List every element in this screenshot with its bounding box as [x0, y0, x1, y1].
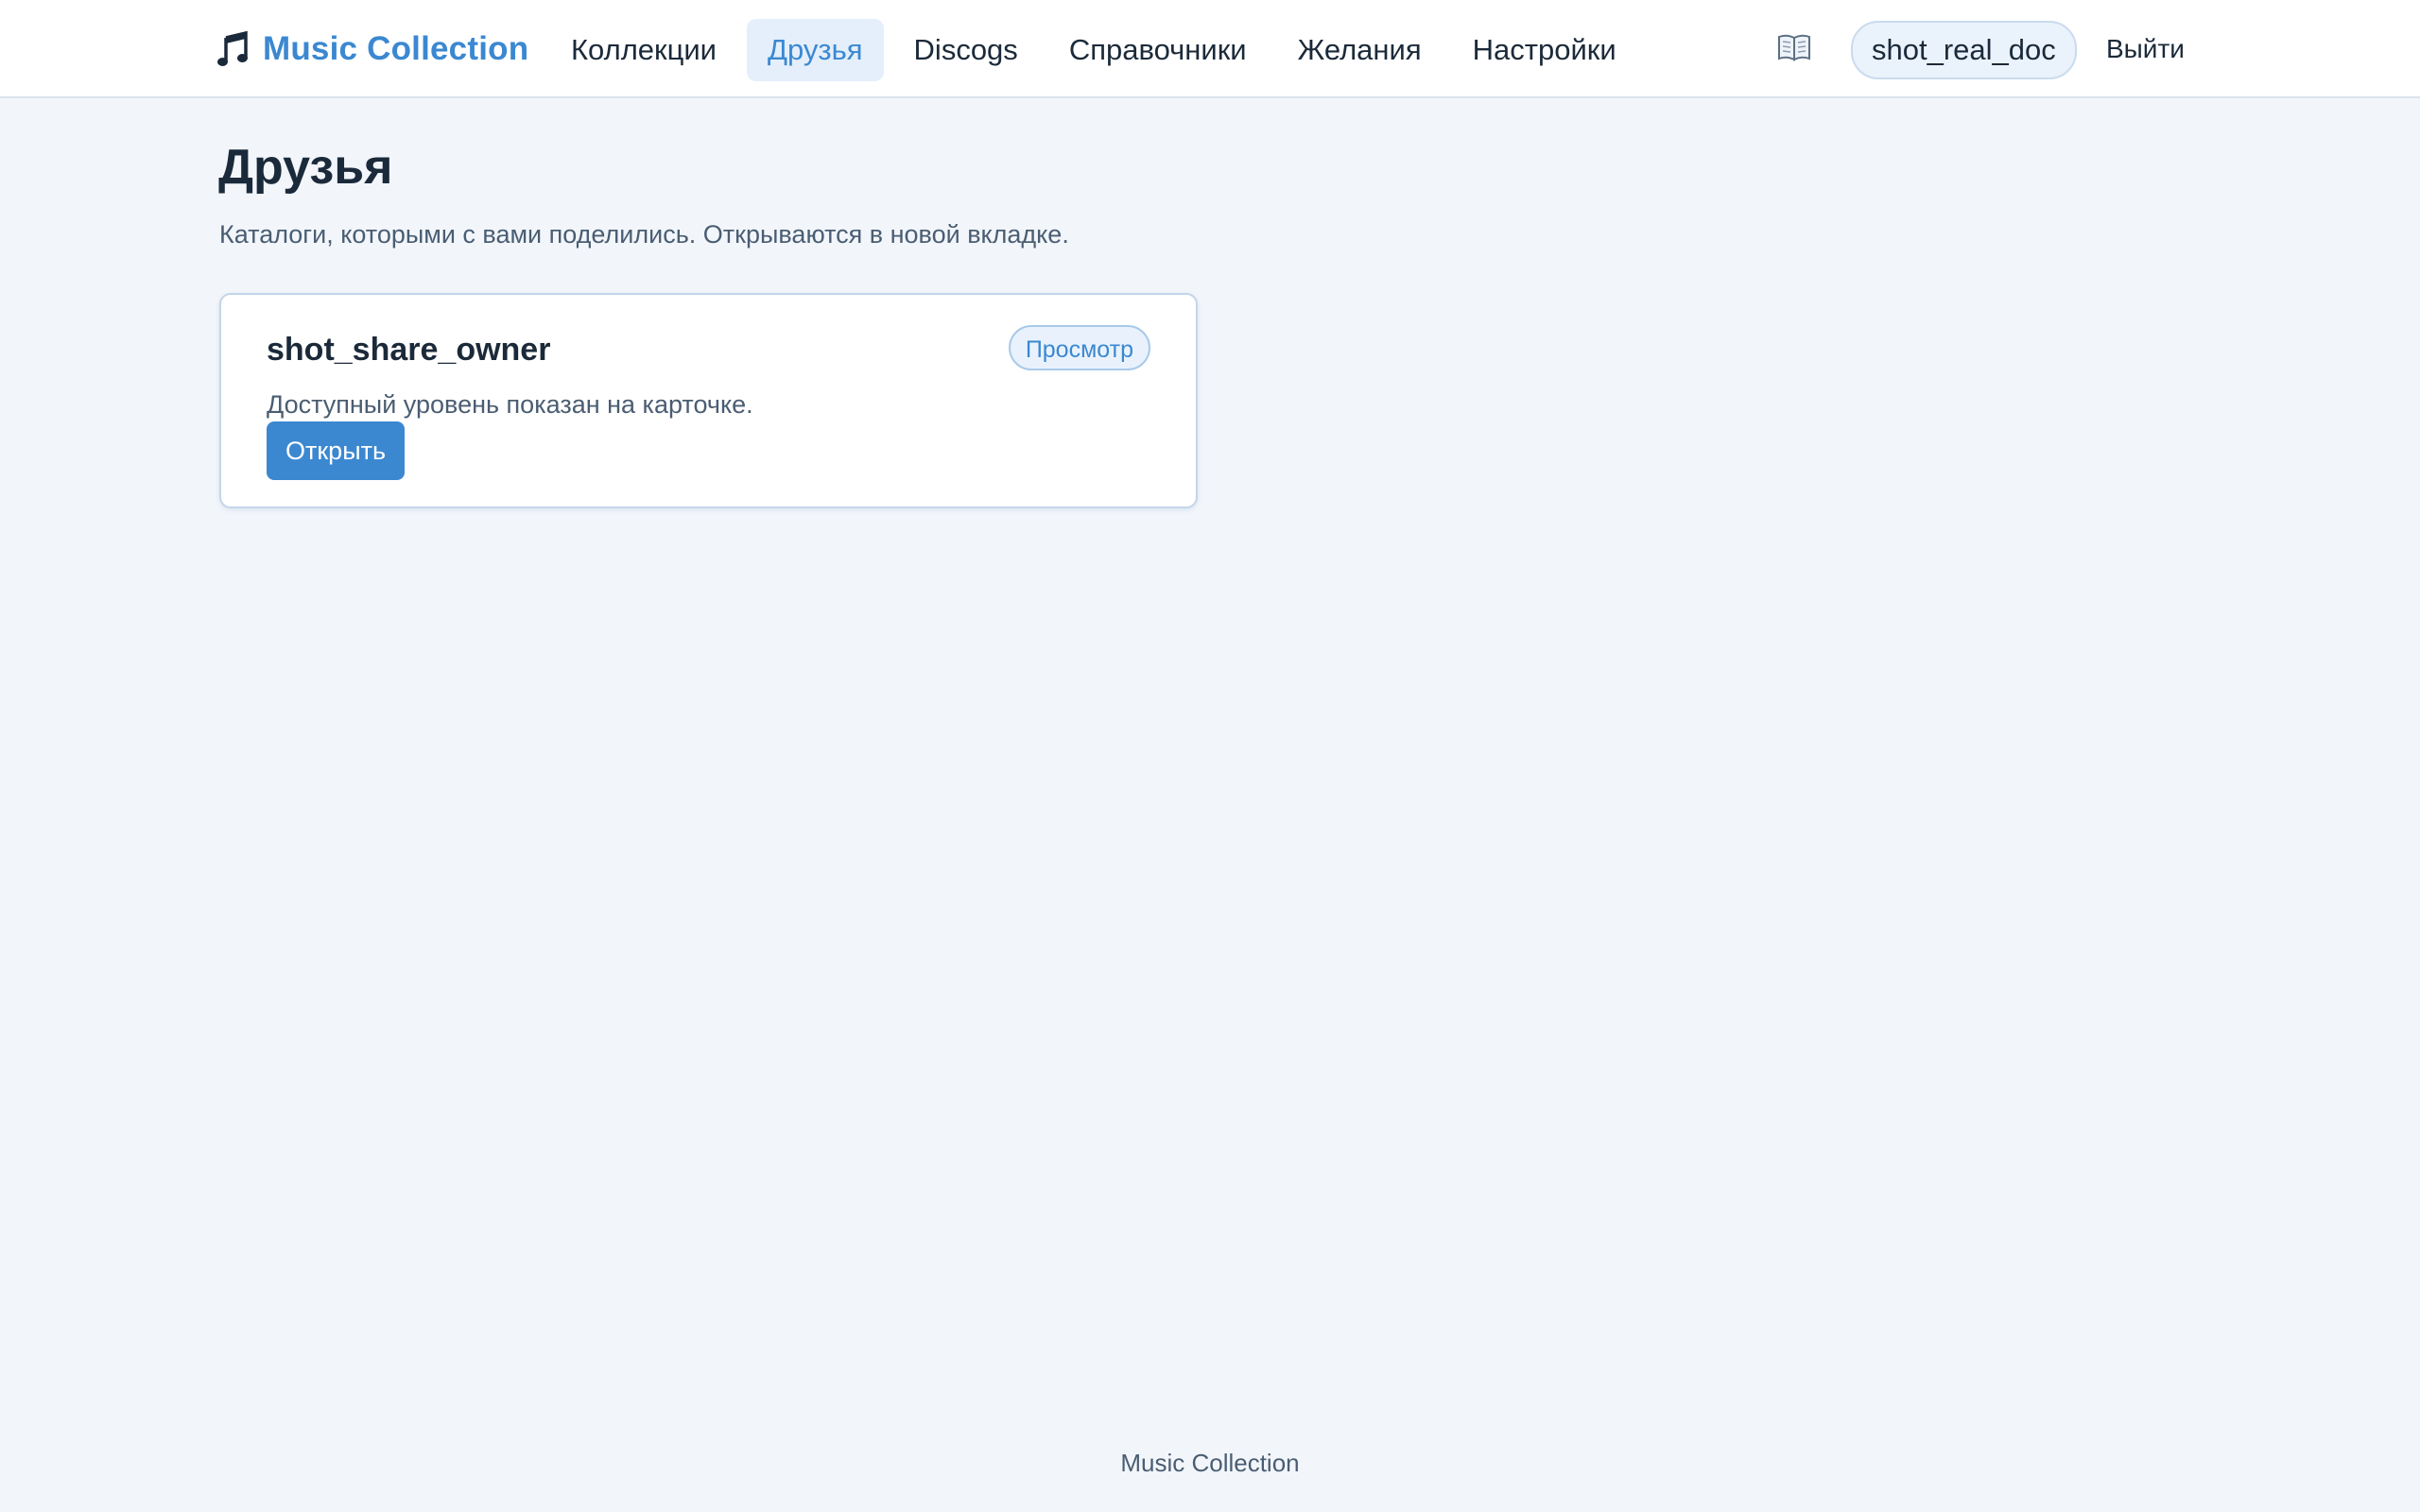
brand-logo[interactable]: Music Collection — [217, 25, 528, 74]
shared-catalog-card: shot_share_owner Просмотр Доступный уров… — [219, 293, 1198, 508]
open-catalog-button[interactable]: Открыть — [267, 421, 406, 480]
page-subtitle: Каталоги, которыми с вами поделились. От… — [219, 220, 1069, 249]
open-book-icon[interactable] — [1777, 32, 1811, 62]
main-nav: Коллекции Друзья Discogs Справочники Жел… — [550, 19, 1637, 81]
nav-collections[interactable]: Коллекции — [550, 19, 737, 81]
top-navigation-bar: Music Collection Коллекции Друзья Discog… — [0, 0, 2420, 98]
nav-wishes[interactable]: Желания — [1277, 19, 1443, 81]
nav-discogs[interactable]: Discogs — [893, 19, 1039, 81]
brand-title: Music Collection — [263, 30, 529, 67]
user-chip[interactable]: shot_real_doc — [1851, 21, 2077, 79]
nav-references[interactable]: Справочники — [1048, 19, 1268, 81]
share-owner-name: shot_share_owner — [267, 332, 551, 368]
share-description: Доступный уровень показан на карточке. — [267, 390, 753, 419]
page-title: Друзья — [218, 140, 393, 195]
nav-settings[interactable]: Настройки — [1452, 19, 1637, 81]
footer: Music Collection — [1120, 1449, 1300, 1477]
logout-button[interactable]: Выйти — [2106, 28, 2185, 70]
access-level-badge: Просмотр — [1008, 325, 1150, 370]
music-note-icon — [217, 30, 248, 66]
nav-friends[interactable]: Друзья — [747, 19, 884, 81]
